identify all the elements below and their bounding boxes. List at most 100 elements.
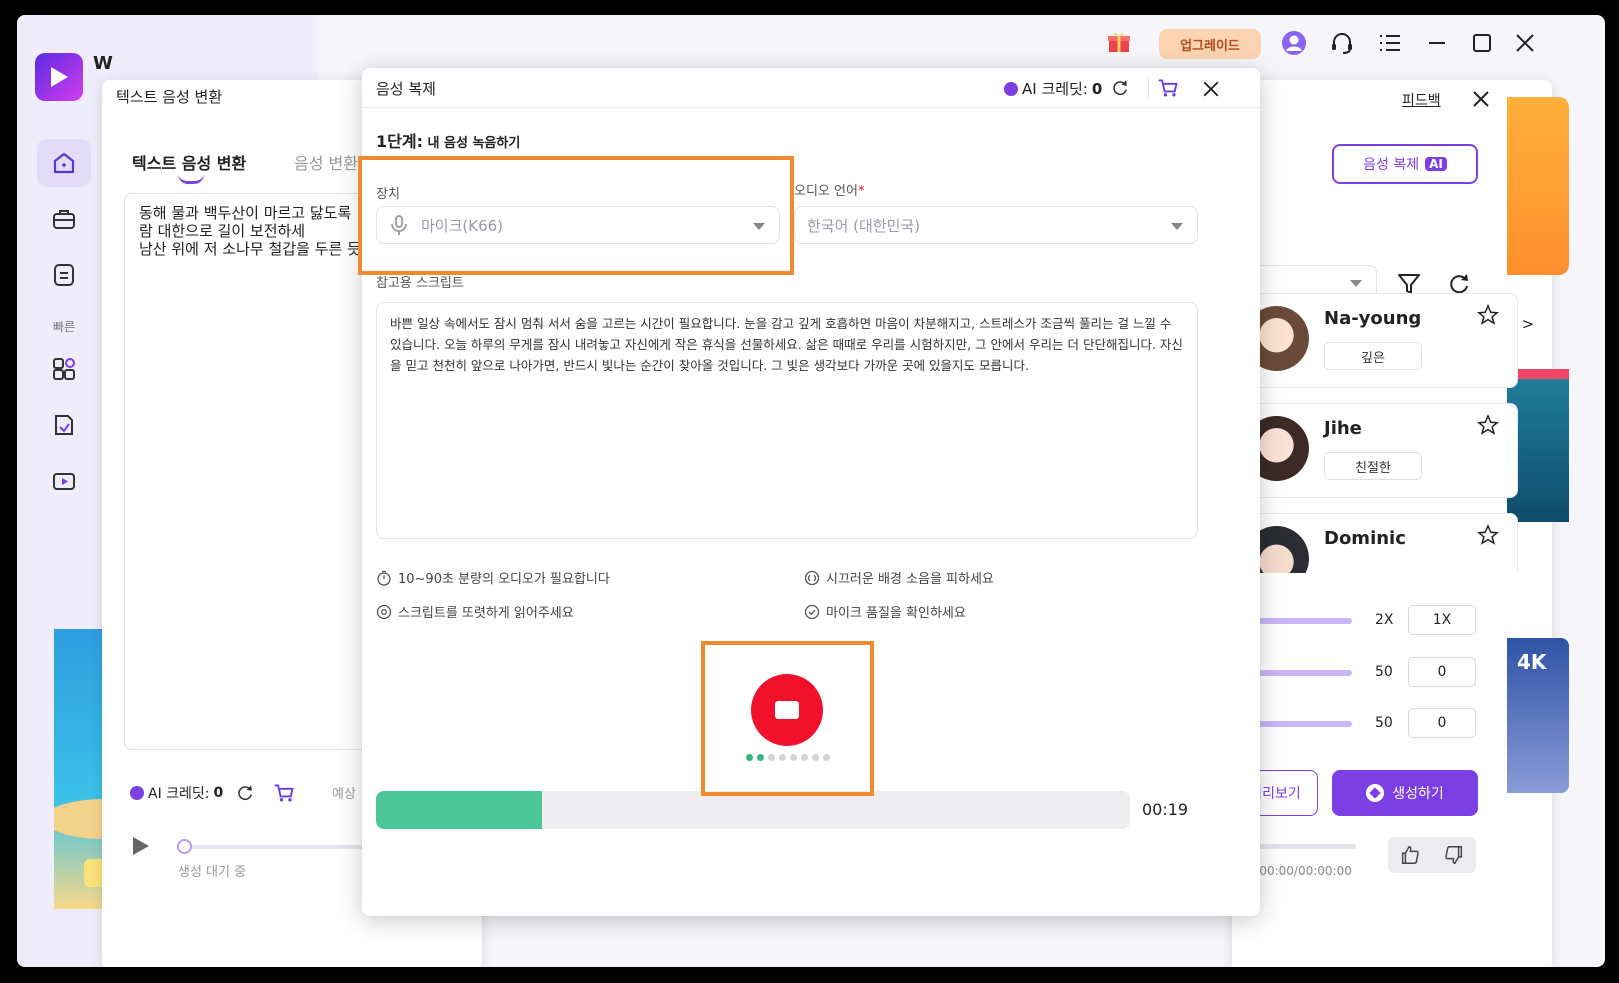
recording-progress-fill (376, 791, 542, 829)
favorite-star-icon[interactable] (1477, 304, 1499, 326)
right-promo-top[interactable] (1507, 97, 1569, 275)
microphone-icon (391, 215, 407, 235)
gift-icon (1108, 33, 1130, 52)
tts-window-title: 텍스트 음성 변환 (116, 88, 223, 106)
active-tab-indicator (178, 174, 204, 184)
dialog-header: 음성 복제 AI 크레딧: 0 (362, 68, 1260, 108)
check-circle-icon (804, 604, 820, 619)
sidebar-quick-2[interactable] (37, 401, 91, 449)
cart-icon[interactable] (1157, 77, 1179, 99)
speed-input[interactable]: 1X (1408, 605, 1476, 635)
tip-mic-quality: 마이크 품질을 확인하세요 (804, 602, 966, 621)
right-promo-bottom[interactable]: 4K (1507, 638, 1569, 793)
voice-clone-label: 음성 복제 (1363, 157, 1420, 173)
step-number: 1단계: (376, 132, 423, 151)
generate-button[interactable]: 생성하기 (1332, 770, 1478, 816)
sidebar-toolbox[interactable] (37, 195, 91, 243)
feedback-link[interactable]: 피드백 (1402, 90, 1441, 110)
user-avatar-icon (1282, 31, 1306, 55)
credit-diamond-icon (130, 786, 144, 800)
tip-text: 마이크 품질을 확인하세요 (826, 606, 966, 621)
tip-text: 시끄러운 배경 소음을 피하세요 (826, 572, 994, 587)
menu-list-icon (1380, 35, 1400, 51)
voice-tag: 친절한 (1324, 452, 1422, 480)
dialog-title: 음성 복제 (376, 80, 436, 98)
voice-name: Jihe (1324, 418, 1362, 439)
dot (801, 754, 808, 761)
refresh-icon[interactable] (1110, 78, 1130, 98)
panel-close-button[interactable] (1464, 82, 1498, 116)
voice-card-na-young[interactable]: Na-young 깊은 (1243, 293, 1518, 388)
sidebar-documents[interactable] (37, 251, 91, 299)
device-label: 장치 (376, 187, 400, 202)
device-select[interactable]: 마이크(K66) (376, 206, 780, 244)
thumbs-down-icon[interactable] (1443, 844, 1465, 866)
video-play-icon (53, 473, 75, 490)
favorite-star-icon[interactable] (1477, 414, 1499, 436)
dot (823, 754, 830, 761)
dot (757, 754, 764, 761)
chevron-down-icon (1171, 223, 1183, 230)
close-icon[interactable] (1200, 78, 1222, 100)
dot (746, 754, 753, 761)
chevron-down-icon (753, 223, 765, 230)
dot (768, 754, 775, 761)
account-button[interactable] (1277, 26, 1311, 60)
voice-card-jihe[interactable]: Jihe 친절한 (1243, 403, 1518, 498)
tts-playback-knob[interactable] (177, 839, 192, 854)
document-icon (54, 264, 74, 286)
required-mark: * (857, 184, 865, 199)
minimize-button[interactable] (1420, 26, 1454, 60)
refresh-icon[interactable] (235, 783, 255, 803)
dot (812, 754, 819, 761)
close-icon (1473, 91, 1489, 107)
cart-icon[interactable] (273, 782, 295, 804)
dot (790, 754, 797, 761)
voice-card-dominic[interactable]: Dominic (1243, 513, 1518, 573)
volume-input[interactable]: 0 (1408, 708, 1476, 738)
gift-button[interactable] (1102, 25, 1136, 59)
promo-4k-label: 4K (1517, 650, 1547, 674)
language-value: 한국어 (대한민국) (807, 216, 921, 235)
tts-playback-track[interactable] (182, 845, 382, 849)
generate-icon (1366, 784, 1385, 802)
support-button[interactable] (1325, 26, 1359, 60)
voice-clone-button[interactable]: 음성 복제 AI (1332, 144, 1478, 184)
stop-record-button[interactable] (751, 674, 823, 746)
timer-icon (377, 570, 391, 586)
home-icon (53, 152, 75, 174)
quiet-icon (804, 570, 820, 585)
pitch-input[interactable]: 0 (1408, 657, 1476, 687)
voice-tag: 깊은 (1324, 342, 1422, 370)
quick-section-label: 빠른 (53, 320, 76, 334)
upgrade-button[interactable]: 업그레이드 (1159, 29, 1261, 59)
sidebar-quick-3[interactable] (37, 457, 91, 505)
close-icon (1516, 34, 1534, 52)
tip-duration: 10~90초 분량의 오디오가 필요합니다 (376, 568, 610, 587)
play-icon[interactable] (129, 834, 151, 858)
device-value: 마이크(K66) (421, 216, 504, 235)
eye-icon (376, 604, 392, 619)
top-bar: 업그레이드 (317, 15, 1605, 70)
language-select[interactable]: 한국어 (대한민국) (794, 206, 1198, 244)
step-text: 내 음성 녹음하기 (422, 136, 521, 151)
thumbs-up-icon[interactable] (1399, 844, 1421, 866)
dialog-credits: AI 크레딧: 0 (1004, 78, 1102, 99)
chevron-down-icon (1350, 280, 1362, 287)
recording-progress (376, 791, 1130, 829)
tab-tts[interactable]: 텍스트 음성 변환 (132, 150, 246, 174)
sidebar-home[interactable] (37, 139, 91, 187)
pitch-label: 50 (1375, 664, 1393, 680)
recording-dots (739, 754, 837, 761)
reference-script[interactable]: 바쁜 일상 속에서도 잠시 멈춰 서서 숨을 고르는 시간이 필요합니다. 눈을… (376, 302, 1198, 539)
maximize-button[interactable] (1465, 26, 1499, 60)
volume-label: 50 (1375, 715, 1393, 731)
menu-button[interactable] (1373, 26, 1407, 60)
credits-value: 0 (1091, 79, 1103, 98)
sidebar-quick-1[interactable] (37, 345, 91, 393)
script-label: 참고용 스크립트 (376, 276, 464, 291)
window-close-button[interactable] (1508, 26, 1542, 60)
tab-voice-change[interactable]: 음성 변환 (294, 150, 358, 174)
favorite-star-icon[interactable] (1477, 524, 1499, 546)
export-doc-icon (55, 415, 73, 435)
